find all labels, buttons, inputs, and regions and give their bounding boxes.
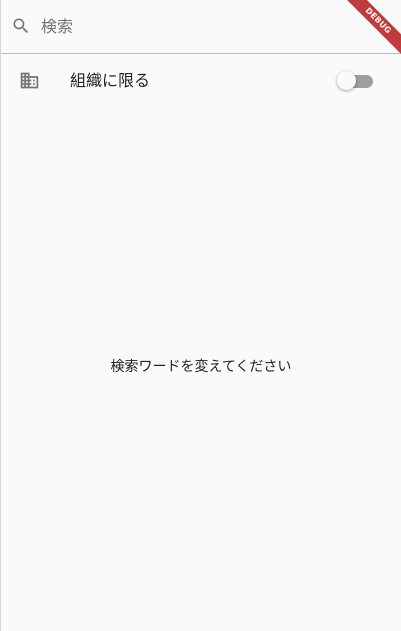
building-icon (19, 70, 40, 91)
search-bar (1, 0, 401, 54)
search-icon (11, 16, 31, 36)
app-screen: 組織に限る 検索ワードを変えてください DEBUG (0, 0, 401, 631)
search-input[interactable] (41, 12, 341, 40)
organization-filter-label: 組織に限る (70, 71, 151, 90)
switch-thumb (337, 71, 356, 90)
empty-state-message: 検索ワードを変えてください (110, 359, 292, 375)
organization-filter-switch[interactable] (337, 70, 375, 92)
organization-filter-row[interactable]: 組織に限る (1, 55, 401, 107)
